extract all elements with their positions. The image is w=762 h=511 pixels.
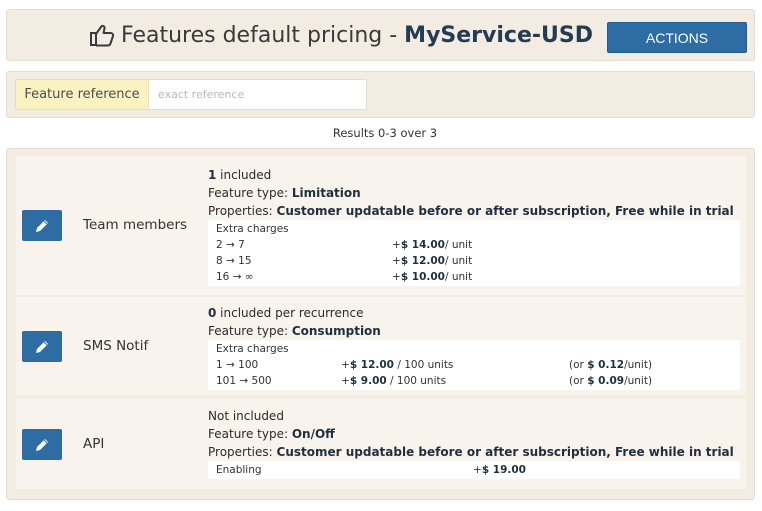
feature-type-label: Feature type: <box>208 186 292 200</box>
actions-button[interactable]: ACTIONS <box>607 22 747 53</box>
extra-charges: Extra charges 1 → 100 +$ 12.00 / 100 uni… <box>208 340 740 390</box>
charge-row: 8 → 15 + $ 12.00 / unit <box>216 253 732 269</box>
charge-range: 1 → 100 <box>216 359 259 371</box>
pencil-icon <box>36 340 48 353</box>
feature-row-sms-notif: SMS Notif 0 included per recurrence Feat… <box>16 297 746 395</box>
extra-charges: Extra charges 2 → 7 + $ 14.00 / unit 8 → … <box>208 220 740 286</box>
feature-list: Team members 1 included Feature type: Li… <box>6 148 755 500</box>
properties-value: Customer updatable before or after subsc… <box>276 204 734 218</box>
charge-prefix: + <box>392 271 401 283</box>
properties-label: Properties: <box>208 445 277 459</box>
feature-type-value: Consumption <box>291 324 381 338</box>
feature-details: 1 included Feature type: Limitation Prop… <box>208 166 740 286</box>
properties-label: Properties: <box>208 204 277 218</box>
charge-prefix: + <box>341 375 350 387</box>
charge-amount: +$ 12.00 / 100 units <box>341 357 569 373</box>
enabling-prefix: + <box>473 464 482 476</box>
per-unit-value: $ 0.09 <box>587 375 625 387</box>
charge-unit: / unit <box>445 255 473 267</box>
feature-type-label: Feature type: <box>208 427 292 441</box>
charge-price: $ 14.00 <box>400 239 445 251</box>
charge-range: 8 → 15 <box>216 255 252 267</box>
charge-row: 2 → 7 + $ 14.00 / unit <box>216 237 732 253</box>
pencil-icon <box>36 438 48 451</box>
feature-type-value: Limitation <box>291 186 361 200</box>
feature-type-line: Feature type: Consumption <box>208 322 740 340</box>
included-text: included <box>216 168 272 182</box>
per-unit-price: (or $ 0.09/unit) <box>569 373 652 389</box>
charge-unit: / 100 units <box>394 359 454 371</box>
feature-reference-label: Feature reference <box>16 80 149 109</box>
properties-line: Properties: Customer updatable before or… <box>208 443 740 461</box>
charge-range: 16 → ∞ <box>216 271 254 283</box>
per-unit-price: (or $ 0.12/unit) <box>569 357 652 373</box>
charge-prefix: + <box>392 239 401 251</box>
search-group: Feature reference <box>15 79 367 110</box>
results-count: Results 0-3 over 3 <box>332 126 438 140</box>
page-title: Features default pricing - MyService-USD <box>89 20 593 50</box>
search-panel: Feature reference <box>6 71 755 118</box>
feature-type-label: Feature type: <box>208 324 292 338</box>
feature-name: API <box>83 436 105 452</box>
charge-unit: / 100 units <box>386 375 447 387</box>
charge-row: 101 → 500 +$ 9.00 / 100 units (or $ 0.09… <box>216 373 732 389</box>
properties-line: Properties: Customer updatable before or… <box>208 202 740 220</box>
charge-unit: / unit <box>445 239 473 251</box>
charge-row: 1 → 100 +$ 12.00 / 100 units (or $ 0.12/… <box>216 357 732 373</box>
properties-value: Customer updatable before or after subsc… <box>276 445 734 459</box>
service-name: MyService-USD <box>404 22 593 48</box>
charge-unit: / unit <box>445 271 473 283</box>
extra-charges-title: Extra charges <box>216 343 289 355</box>
per-unit-suffix: /unit) <box>624 359 653 371</box>
feature-type-line: Feature type: On/Off <box>208 425 740 443</box>
charge-range: 2 → 7 <box>216 239 245 251</box>
enabling-label: Enabling <box>216 464 262 476</box>
page-header: Features default pricing - MyService-USD… <box>6 9 755 61</box>
charge-row: 16 → ∞ + $ 10.00 / unit <box>216 269 732 285</box>
feature-name: Team members <box>83 217 188 233</box>
included-text: included per recurrence <box>216 306 364 320</box>
charge-prefix: + <box>341 359 350 371</box>
per-unit-suffix: /unit) <box>624 375 653 387</box>
feature-name: SMS Notif <box>83 338 149 354</box>
edit-button[interactable] <box>22 331 62 362</box>
charge-price: $ 12.00 <box>349 359 394 371</box>
edit-button[interactable] <box>22 210 62 241</box>
edit-button[interactable] <box>22 429 62 460</box>
thumbs-up-icon <box>90 24 115 47</box>
feature-reference-input[interactable] <box>149 80 366 109</box>
pencil-icon <box>36 219 48 232</box>
feature-details: 0 included per recurrence Feature type: … <box>208 304 740 390</box>
included-line: 0 included per recurrence <box>208 304 740 322</box>
charge-price: $ 12.00 <box>400 255 445 267</box>
feature-row-team-members: Team members 1 included Feature type: Li… <box>16 156 746 295</box>
charge-price: $ 9.00 <box>349 375 387 387</box>
included-line: Not included <box>208 409 284 423</box>
per-unit-prefix: (or <box>569 359 588 371</box>
feature-type-value: On/Off <box>291 427 335 441</box>
title-prefix: Features default pricing - <box>121 22 398 48</box>
charge-prefix: + <box>392 255 401 267</box>
feature-row-api: API Not included Feature type: On/Off Pr… <box>16 399 746 489</box>
enabling-row: Enabling + $ 19.00 <box>216 462 732 478</box>
charge-price: $ 10.00 <box>400 271 445 283</box>
enabling-price: $ 19.00 <box>481 464 526 476</box>
per-unit-value: $ 0.12 <box>587 359 625 371</box>
included-line: 1 included <box>208 166 740 184</box>
charge-range: 101 → 500 <box>216 375 272 387</box>
feature-details: Not included Feature type: On/Off Proper… <box>208 407 740 479</box>
enabling-charge: Enabling + $ 19.00 <box>208 461 740 479</box>
per-unit-prefix: (or <box>569 375 588 387</box>
charge-amount: +$ 9.00 / 100 units <box>341 373 569 389</box>
extra-charges-title: Extra charges <box>216 223 289 235</box>
feature-type-line: Feature type: Limitation <box>208 184 740 202</box>
